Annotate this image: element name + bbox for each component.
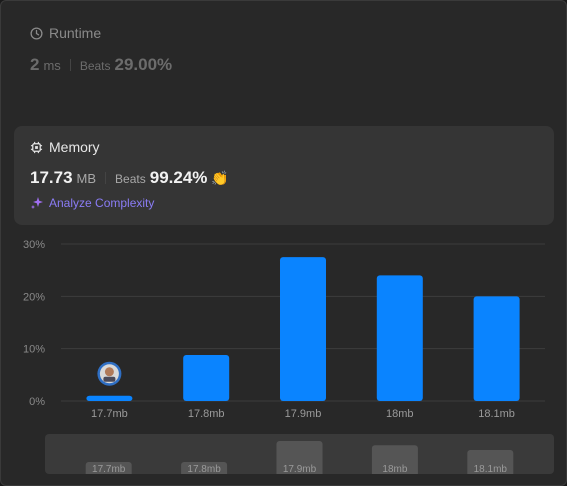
- memory-distribution-chart[interactable]: 0% 10% 20% 30% 17.7mb 17.8mb 17.9mb 18mb 18.1mb: [1, 231, 567, 431]
- bar: [280, 257, 326, 401]
- x-tick-label: 17.9mb: [285, 408, 322, 420]
- sparkle-icon: [31, 197, 43, 209]
- user-avatar-head: [104, 367, 114, 377]
- chart-navigator-bars: 17.7mb 17.8mb 17.9mb 18mb 18.1mb: [85, 441, 514, 474]
- analyze-complexity-label: Analyze Complexity: [49, 196, 155, 210]
- navigator-label: 17.9mb: [283, 464, 317, 474]
- memory-beats-label: Beats: [115, 172, 146, 186]
- runtime-section[interactable]: Runtime 2 ms Beats 29.00%: [30, 25, 172, 75]
- memory-unit: MB: [76, 171, 97, 186]
- memory-chip-icon: [30, 141, 43, 153]
- y-tick-label: 20%: [23, 291, 45, 303]
- divider: [69, 59, 71, 71]
- navigator-label: 18.1mb: [474, 464, 508, 474]
- runtime-beats-label: Beats: [79, 59, 111, 73]
- chart-navigator[interactable]: 17.7mb 17.8mb 17.9mb 18mb 18.1mb: [45, 434, 554, 474]
- x-tick-label: 17.8mb: [188, 408, 225, 420]
- runtime-stats: 2 ms Beats 29.00%: [30, 55, 172, 75]
- memory-stats: 17.73 MB Beats 99.24% 👏: [30, 168, 229, 188]
- runtime-header: Runtime: [30, 25, 172, 41]
- memory-header: Memory: [30, 139, 229, 155]
- bar: [86, 395, 133, 401]
- user-avatar-body: [103, 376, 116, 382]
- y-tick-label: 0%: [29, 396, 45, 408]
- x-tick-label: 17.7mb: [91, 408, 128, 420]
- navigator-label: 17.8mb: [187, 464, 221, 474]
- runtime-beats-percent: 29.00%: [114, 55, 173, 74]
- memory-title: Memory: [49, 139, 100, 155]
- navigator-label: 17.7mb: [92, 464, 126, 474]
- divider: [105, 172, 107, 184]
- bar: [376, 275, 423, 401]
- memory-beats-percent: 99.24%: [149, 168, 208, 187]
- clock-icon: [30, 26, 43, 40]
- y-tick-label: 10%: [23, 344, 45, 356]
- navigator-label: 18mb: [382, 464, 407, 474]
- bar: [473, 296, 520, 401]
- y-tick-label: 30%: [23, 239, 45, 251]
- runtime-title: Runtime: [49, 25, 102, 41]
- runtime-unit: ms: [43, 58, 61, 73]
- x-tick-label: 18.1mb: [478, 408, 515, 420]
- analyze-complexity-link[interactable]: Analyze Complexity: [30, 196, 229, 210]
- clap-icon: 👏: [211, 170, 229, 186]
- x-tick-label: 18mb: [386, 408, 414, 420]
- runtime-value: 2: [30, 55, 40, 74]
- memory-value: 17.73: [30, 168, 73, 187]
- memory-card[interactable]: Memory 17.73 MB Beats 99.24% 👏 Analyze C…: [14, 126, 554, 225]
- performance-panel: Runtime 2 ms Beats 29.00% Memory 17.73 M…: [0, 0, 567, 486]
- bar: [183, 354, 230, 401]
